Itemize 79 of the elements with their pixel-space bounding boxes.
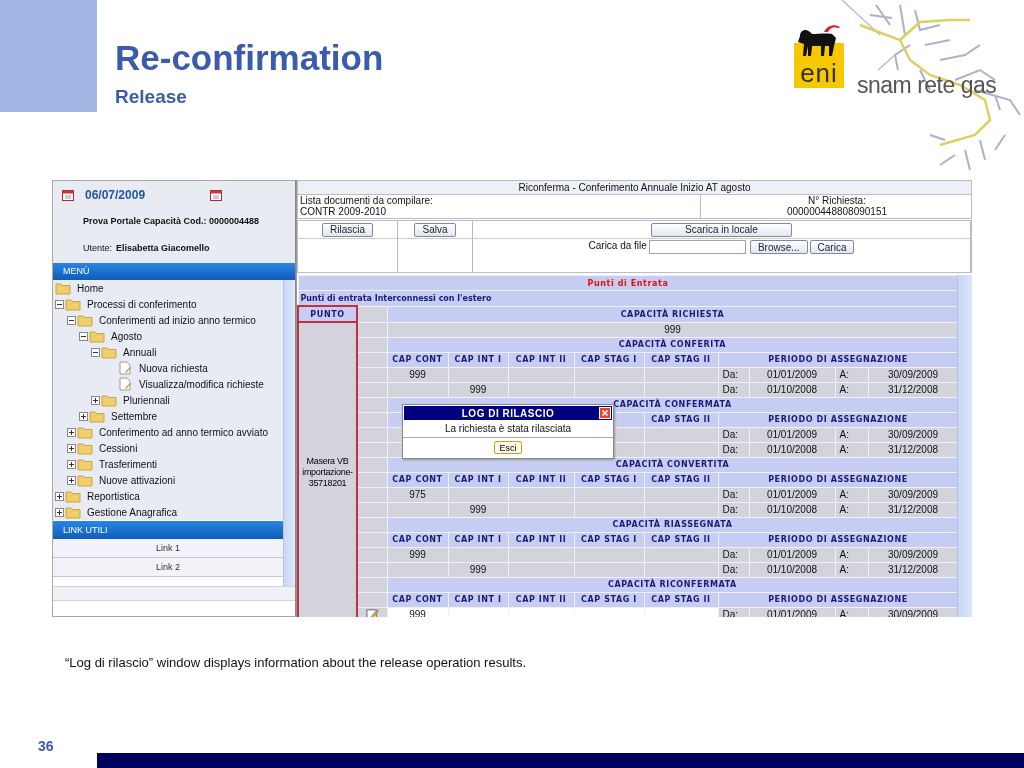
folder-icon: [101, 345, 117, 359]
edit-icon[interactable]: [365, 608, 379, 617]
slide-subtitle: Release: [115, 86, 188, 108]
field-value: CONTR 2009-2010: [300, 206, 388, 217]
scrollbar[interactable]: [53, 586, 295, 601]
tree-item[interactable]: Annuali: [123, 346, 157, 358]
file-input-field[interactable]: [648, 240, 746, 254]
expand-icon[interactable]: [55, 507, 64, 517]
link-item[interactable]: Link 2: [53, 558, 283, 577]
links-header: LINK UTILI: [53, 521, 283, 539]
save-button[interactable]: Salva: [414, 222, 456, 237]
section-title: Punti di Entrata: [298, 275, 957, 291]
collapse-icon[interactable]: [79, 331, 88, 341]
slide-title: Re-confirmation: [115, 38, 385, 78]
expand-icon[interactable]: [67, 443, 76, 453]
user-label: Utente:: [83, 243, 113, 253]
folder-icon: [89, 409, 105, 423]
user-name: Elisabetta Giacomello: [116, 243, 210, 253]
logo-text: snam rete gas: [857, 72, 997, 99]
download-button[interactable]: Scarica in locale: [651, 222, 792, 237]
field-value: 000000448808090151: [785, 206, 889, 217]
tree-item[interactable]: Visualizza/modifica richieste: [139, 378, 264, 390]
folder-icon: [65, 489, 81, 503]
document-icon: [117, 361, 133, 375]
close-button[interactable]: [599, 407, 611, 419]
folder-icon: [77, 425, 93, 439]
tree-item[interactable]: Reportistica: [87, 490, 140, 502]
date-text: 06/07/2009: [85, 188, 146, 202]
page-number: 36: [37, 738, 55, 754]
tree-item[interactable]: Conferimento ad anno termico avviato: [99, 426, 268, 438]
form-title: Riconferma - Conferimento Annuale Inizio AT agosto: [297, 180, 972, 195]
scrollbar[interactable]: [957, 275, 972, 617]
portal-code: Prova Portale Capacità Cod.: 0000004488: [82, 215, 261, 226]
expand-icon[interactable]: [67, 475, 76, 485]
folder-icon: [77, 313, 93, 327]
tree-item[interactable]: Pluriennali: [123, 394, 170, 406]
field-label: N° Richiesta:: [807, 195, 867, 206]
expand-icon[interactable]: [67, 459, 76, 469]
folder-icon: [77, 457, 93, 471]
column-header: PUNTO: [298, 306, 357, 322]
release-button[interactable]: Rilascia: [322, 222, 373, 237]
folder-icon: [101, 393, 117, 407]
folder-icon: [65, 297, 81, 311]
folder-icon: [77, 441, 93, 455]
tree-item[interactable]: Gestione Anagrafica: [87, 506, 178, 518]
folder-icon: [65, 505, 81, 519]
logo-text: eni: [800, 58, 838, 88]
tree-item[interactable]: Nuove attivazioni: [99, 474, 176, 486]
collapse-icon[interactable]: [91, 347, 100, 357]
expand-icon[interactable]: [91, 395, 100, 405]
calendar-icon[interactable]: [210, 189, 223, 201]
expand-icon[interactable]: [67, 427, 76, 437]
dialog-message: La richiesta è stata rilasciata: [403, 421, 613, 438]
upload-button[interactable]: Carica: [809, 240, 855, 254]
scrollbar[interactable]: [283, 280, 295, 586]
calendar-icon[interactable]: [62, 189, 74, 201]
tree-item[interactable]: Settembre: [111, 410, 158, 422]
menu-header: MENÙ: [53, 263, 295, 280]
field-label: Lista documenti da compilare:: [300, 195, 434, 206]
link-item[interactable]: Link 1: [53, 539, 283, 558]
document-icon: [117, 377, 133, 391]
field-label: Carica da file: [588, 240, 647, 251]
collapse-icon[interactable]: [67, 315, 76, 325]
folder-icon: [77, 473, 93, 487]
tree-item[interactable]: Cessioni: [99, 442, 138, 454]
collapse-icon[interactable]: [55, 299, 64, 309]
exit-button[interactable]: Esci: [494, 441, 522, 454]
tree-item[interactable]: Processi di conferimento: [87, 298, 197, 310]
tree-item[interactable]: Agosto: [111, 330, 143, 342]
tree-item[interactable]: Trasferimenti: [99, 458, 157, 470]
caption-text: “Log di rilascio” window displays information about the release operation results.: [65, 655, 528, 670]
tree-item[interactable]: Conferimenti ad inizio anno termico: [99, 314, 256, 326]
tree-item[interactable]: Home: [77, 282, 104, 294]
expand-icon[interactable]: [79, 411, 88, 421]
table-cell: Masera VB importazione-35718201: [298, 322, 357, 617]
browse-button[interactable]: Browse...: [749, 240, 808, 254]
folder-icon: [89, 329, 105, 343]
tree-item[interactable]: Nuova richiesta: [139, 362, 208, 374]
expand-icon[interactable]: [55, 491, 64, 501]
